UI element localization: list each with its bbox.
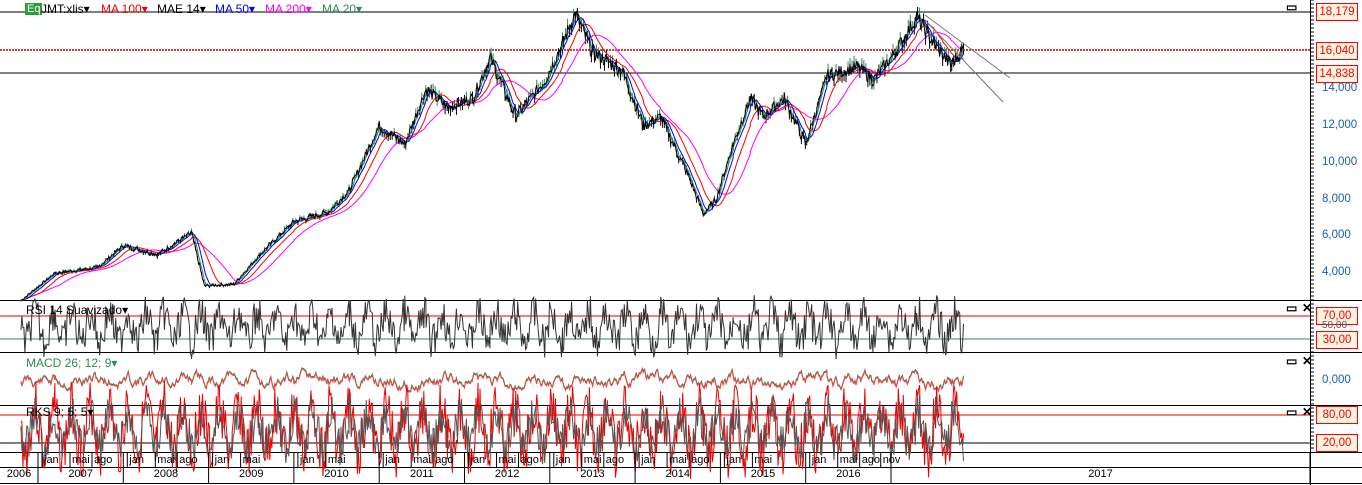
month-label: mai <box>72 454 90 466</box>
year-label: 2015 <box>750 468 776 480</box>
macd-title: MACD 26; 12; 9 <box>26 356 112 370</box>
price-line <box>20 10 964 301</box>
maximize-rks-button[interactable]: ▭ <box>1286 405 1297 419</box>
year-label: 2006 <box>6 468 32 480</box>
month-label: ago <box>605 454 625 466</box>
macd-signal-line <box>20 367 964 394</box>
symbol-menu[interactable]: JMT:xlis▾ <box>41 2 90 16</box>
macd-zero-tick: 0,000 <box>1322 374 1351 386</box>
month-label: mai <box>583 454 602 466</box>
month-label: jan <box>811 454 827 466</box>
year-label: 2008 <box>153 468 179 480</box>
price-tick: 8,000 <box>1322 193 1351 205</box>
ma100-line <box>20 23 964 302</box>
ma100-label: MA 100 <box>101 2 142 16</box>
month-label: jan <box>299 454 315 466</box>
macd-menu[interactable]: MACD 26; 12; 9▾ <box>26 356 117 370</box>
price-tick: 12,000 <box>1322 119 1358 131</box>
ma50-line <box>20 17 964 302</box>
ma100-menu[interactable]: MA 100▾ <box>101 2 148 16</box>
rsi-line <box>20 294 964 360</box>
month-label: jan <box>470 454 486 466</box>
month-label: mai <box>839 454 858 466</box>
month-label: jan <box>129 454 144 466</box>
close-rks-button[interactable]: ✕ <box>1302 405 1312 419</box>
symbol-label: JMT:xlis <box>41 2 84 16</box>
month-label: nov <box>882 454 901 466</box>
month-label: mai <box>413 454 431 466</box>
rsi-title: RSI 14 Suavizado <box>26 303 123 317</box>
rsi-menu[interactable]: RSI 14 Suavizado▾ <box>26 303 128 317</box>
month-label: jan <box>385 454 400 466</box>
rks-upper-tag: 80,00 <box>1316 406 1358 424</box>
year-label: 2012 <box>494 468 520 480</box>
ma20-line <box>20 13 964 302</box>
month-label: mai <box>498 454 517 466</box>
stock-chart[interactable] <box>0 0 1362 485</box>
ma200-label: MA 200 <box>265 2 306 16</box>
maximize-macd-button[interactable]: ▭ <box>1286 354 1297 368</box>
year-label: 2009 <box>239 468 264 480</box>
trendline <box>924 14 1011 79</box>
ma50-menu[interactable]: MA 50▾ <box>215 2 255 16</box>
month-label: ago <box>94 454 113 466</box>
price-tick: 14,000 <box>1322 82 1358 94</box>
month-label: jan <box>214 454 230 466</box>
mae14-label: MAE 14 <box>157 2 200 16</box>
close-rsi-button[interactable]: ✕ <box>1302 301 1312 315</box>
year-label: 2011 <box>410 468 434 480</box>
price-tick: 10,000 <box>1322 156 1358 168</box>
current-price-tag: 16,040 <box>1316 42 1358 60</box>
mae14-menu[interactable]: MAE 14▾ <box>157 2 206 16</box>
ma20-menu[interactable]: MA 20▾ <box>322 2 362 16</box>
support-price-tag: 14,838 <box>1316 65 1358 83</box>
rks-lower-tag: 20,00 <box>1316 434 1358 452</box>
trendline <box>924 19 1004 103</box>
year-label: 2016 <box>836 468 861 480</box>
month-label: ago <box>691 454 710 466</box>
ma200-menu[interactable]: MA 200▾ <box>265 2 312 16</box>
month-label: jan <box>641 454 656 466</box>
month-label: mai <box>754 454 773 466</box>
month-label: mai <box>157 454 176 466</box>
month-label: ago <box>435 454 454 466</box>
month-label: mai <box>327 454 346 466</box>
high-price-tag: 18,179 <box>1316 3 1358 21</box>
maximize-rsi-button[interactable]: ▭ <box>1286 301 1297 315</box>
year-label: 2007 <box>68 468 93 480</box>
rsi-mid-tick: 50,00 <box>1322 320 1348 331</box>
year-label: 2014 <box>665 468 690 480</box>
rks-menu[interactable]: RKS 9; 5; 5▾ <box>26 405 93 419</box>
month-label: mai <box>669 454 687 466</box>
month-label: jan <box>726 454 742 466</box>
equity-badge: Eq <box>25 3 43 15</box>
month-label: jan <box>555 454 571 466</box>
maximize-main-button[interactable]: ▭ <box>1286 0 1297 14</box>
month-label: ago <box>179 454 198 466</box>
rsi-lower-tag: 30,00 <box>1316 331 1358 349</box>
close-macd-button[interactable]: ✕ <box>1302 354 1312 368</box>
month-label: ago <box>520 454 539 466</box>
year-label: 2017 <box>1088 468 1113 480</box>
price-tick: 6,000 <box>1322 229 1351 241</box>
year-label: 2013 <box>580 468 605 480</box>
month-label: mai <box>242 454 261 466</box>
ma50-label: MA 50 <box>215 2 250 16</box>
month-label: jan <box>44 454 59 466</box>
price-tick: 4,000 <box>1322 266 1351 278</box>
rks-title: RKS 9; 5; 5 <box>26 405 88 419</box>
year-label: 2010 <box>324 468 349 480</box>
month-label: ago <box>861 454 881 466</box>
ma20-label: MA 20 <box>322 2 357 16</box>
